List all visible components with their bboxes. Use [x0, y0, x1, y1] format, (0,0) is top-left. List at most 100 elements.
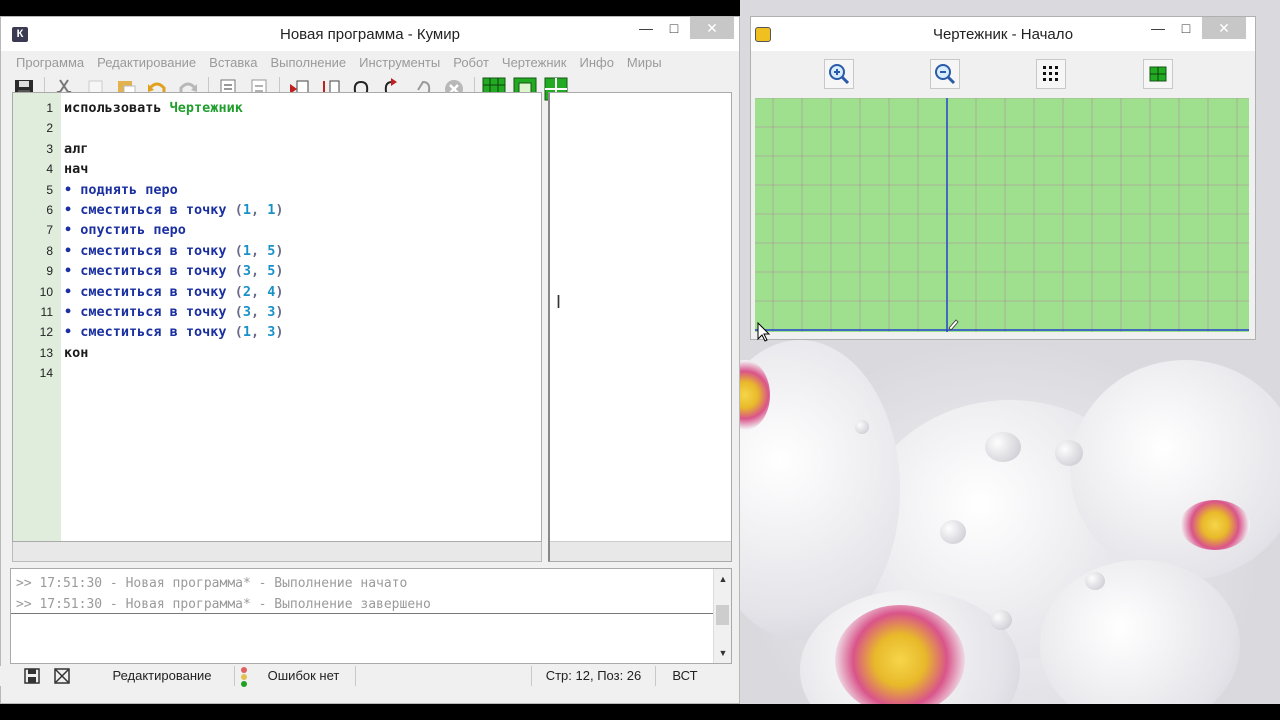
code-token: • [64, 304, 81, 320]
drawer-toolbar [751, 51, 1255, 97]
code-token: • [64, 263, 81, 280]
code-token: , [250, 202, 268, 218]
code-token: • [64, 324, 81, 341]
code-text: алг [64, 139, 88, 159]
drawer-close-icon[interactable]: ✕ [1202, 17, 1246, 39]
code-text: • сместиться в точку (1, 3) [64, 322, 284, 342]
code-token: ( [234, 242, 243, 259]
grid-dots-icon[interactable] [1036, 59, 1066, 89]
drawer-maximize-icon[interactable]: □ [1172, 17, 1200, 39]
fit-view-icon[interactable] [1143, 59, 1173, 89]
code-token: опустить перо [80, 222, 186, 239]
code-token: • [64, 242, 81, 259]
code-token: кон [64, 344, 89, 361]
code-token: ) [275, 242, 284, 259]
code-text: • поднять перо [64, 180, 178, 200]
line-number: 3 [46, 141, 53, 156]
scroll-up-icon[interactable]: ▲ [714, 571, 732, 587]
drawing-canvas[interactable] [755, 98, 1249, 332]
code-token: , [250, 242, 268, 259]
line-number: 10 [39, 284, 53, 299]
menu-bar: Программа Редактирование Вставка Выполне… [1, 51, 739, 73]
menu-run[interactable]: Выполнение [270, 55, 346, 70]
code-editor[interactable]: 1 использовать Чертежник 2 3 алг 4 нач 5 • подня… [12, 92, 542, 542]
code-token: 2 [242, 283, 251, 300]
line-number: 2 [46, 121, 53, 136]
code-text: использовать Чертежник [64, 98, 243, 118]
code-text: • сместиться в точку (1, 5) [64, 241, 284, 261]
console-scrollbar[interactable]: ▲ ▼ [713, 569, 731, 663]
console-divider [11, 613, 713, 614]
code-token: сместиться в точку [80, 283, 235, 300]
screen-bottom-bar [0, 704, 1280, 720]
minimize-icon[interactable]: — [632, 17, 660, 39]
code-token: 1 [242, 242, 251, 259]
line-number: 7 [46, 223, 53, 238]
code-token: ) [275, 304, 284, 320]
code-text: • сместиться в точку (3, 3) [64, 302, 284, 322]
drawer-window: Чертежник - Начало — □ ✕ [750, 16, 1256, 340]
code-token: • [64, 222, 81, 239]
line-number: 4 [46, 162, 53, 177]
code-token: 1 [242, 202, 251, 218]
menu-robot[interactable]: Робот [453, 55, 489, 70]
code-token: ( [234, 324, 243, 341]
margin-pane-scrollbar[interactable] [550, 541, 731, 561]
code-token: ) [275, 283, 284, 300]
drawer-titlebar[interactable]: Чертежник - Начало — □ ✕ [751, 17, 1255, 51]
code-token: 3 [242, 304, 251, 320]
zoom-in-icon[interactable] [824, 59, 854, 89]
menu-edit[interactable]: Редактирование [97, 55, 196, 70]
code-token: сместиться в точку [80, 263, 235, 280]
code-token: ) [275, 324, 284, 341]
code-text: • опустить перо [64, 220, 186, 240]
canvas-background [755, 98, 1249, 332]
code-token: сместиться в точку [80, 242, 235, 259]
code-token: ( [234, 202, 243, 218]
code-token: нач [64, 161, 89, 178]
code-token: 1 [242, 324, 251, 341]
code-token: ( [234, 304, 243, 320]
code-token: алг [64, 140, 89, 157]
code-token: Чертежник [169, 100, 243, 116]
menu-worlds[interactable]: Миры [627, 55, 662, 70]
menu-drawer[interactable]: Чертежник [502, 55, 567, 70]
main-titlebar[interactable]: К Новая программа - Кумир — □ ✕ [1, 17, 739, 51]
drawer-minimize-icon[interactable]: — [1144, 17, 1172, 39]
clear-console-icon[interactable] [50, 666, 74, 686]
line-number: 1 [46, 101, 53, 115]
scroll-thumb[interactable] [716, 605, 729, 625]
code-token: , [250, 263, 268, 280]
code-token: • [64, 181, 81, 198]
line-number: 6 [46, 203, 53, 217]
scroll-down-icon[interactable]: ▼ [714, 645, 732, 661]
status-mode: Редактирование [90, 666, 235, 686]
code-token: сместиться в точку [80, 324, 235, 341]
code-token: • [64, 283, 81, 300]
variables-margin-pane[interactable] [548, 92, 732, 562]
output-console[interactable]: >> 17:51:30 - Новая программа* - Выполне… [10, 568, 732, 664]
code-token: , [250, 283, 268, 300]
menu-tools[interactable]: Инструменты [359, 55, 440, 70]
menu-insert[interactable]: Вставка [209, 55, 257, 70]
maximize-icon[interactable]: □ [660, 17, 688, 39]
status-cursor-position: Стр: 12, Поз: 26 [532, 666, 656, 686]
console-line: >> 17:51:30 - Новая программа* - Выполне… [16, 597, 431, 612]
zoom-out-icon[interactable] [930, 59, 960, 89]
save-status-icon[interactable] [20, 666, 44, 686]
code-token: , [250, 304, 268, 320]
line-number: 8 [46, 243, 53, 258]
code-token: использовать [64, 100, 170, 116]
editor-horizontal-scrollbar[interactable] [12, 542, 542, 562]
code-token: ) [275, 202, 284, 218]
line-number: 14 [39, 366, 53, 381]
code-text: • сместиться в точку (1, 1) [64, 200, 284, 220]
status-empty-cell [356, 666, 532, 686]
menu-info[interactable]: Инфо [579, 55, 613, 70]
status-errors: Ошибок нет [252, 666, 356, 686]
menu-program[interactable]: Программа [16, 55, 84, 70]
code-token: сместиться в точку [80, 202, 235, 218]
code-token: ( [234, 263, 243, 280]
close-icon[interactable]: ✕ [690, 17, 734, 39]
mouse-pointer-icon [757, 321, 771, 345]
